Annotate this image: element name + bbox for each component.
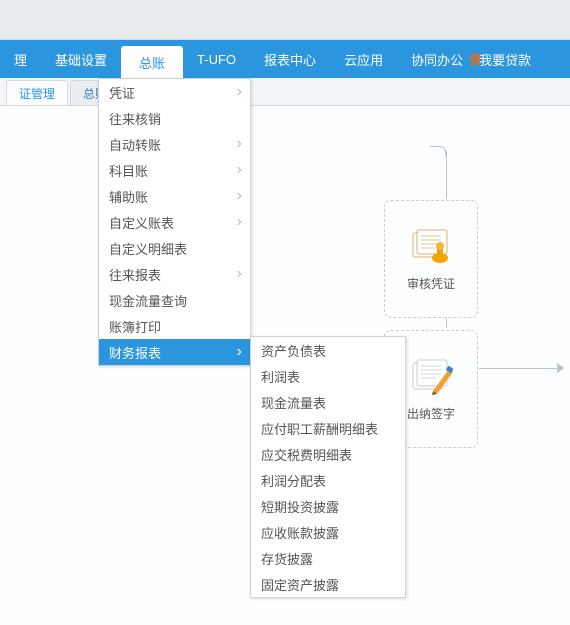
main-menubar: 理 基础设置 总账 T-UFO 报表中心 云应用 协同办公 贷 我要贷款 (0, 40, 570, 78)
dd-item-account-ledger[interactable]: 科目账 (99, 157, 250, 183)
dd-item-custom-detail[interactable]: 自定义明细表 (99, 235, 250, 261)
menu-item-loan[interactable]: 我要贷款 (477, 40, 545, 78)
sm-tax-detail[interactable]: 应交税费明细表 (251, 441, 405, 467)
flow-connector (446, 151, 447, 199)
flow-node-label: 出纳签字 (407, 405, 455, 422)
tab-voucher-manage[interactable]: 证管理 (6, 80, 68, 105)
sm-cashflow-statement[interactable]: 现金流量表 (251, 389, 405, 415)
dd-item-voucher[interactable]: 凭证 (99, 79, 250, 105)
top-strip (0, 0, 570, 40)
dd-item-book-print[interactable]: 账簿打印 (99, 313, 250, 339)
sm-short-investment[interactable]: 短期投资披露 (251, 493, 405, 519)
dd-item-auto-transfer[interactable]: 自动转账 (99, 131, 250, 157)
arrow-icon (557, 363, 564, 373)
sm-ar-disclosure[interactable]: 应收账款披露 (251, 519, 405, 545)
menu-item-report-center[interactable]: 报表中心 (250, 40, 330, 78)
menu-item-collab-office[interactable]: 协同办公 (397, 40, 477, 78)
dd-item-reconcile[interactable]: 往来核销 (99, 105, 250, 131)
ledger-dropdown: 凭证 往来核销 自动转账 科目账 辅助账 自定义账表 自定义明细表 往来报表 现… (98, 78, 251, 366)
sign-pencil-icon (409, 357, 453, 397)
stamp-icon (409, 227, 453, 267)
flow-node-label: 审核凭证 (407, 275, 455, 292)
flow-connector (430, 146, 446, 156)
sm-balance-sheet[interactable]: 资产负债表 (251, 337, 405, 363)
menu-item-basic-settings[interactable]: 基础设置 (41, 40, 121, 78)
dd-item-aux-ledger[interactable]: 辅助账 (99, 183, 250, 209)
menu-item-general-ledger[interactable]: 总账 (121, 46, 183, 78)
flow-connector (479, 368, 559, 369)
dd-item-cashflow-query[interactable]: 现金流量查询 (99, 287, 250, 313)
sm-profit-distribution[interactable]: 利润分配表 (251, 467, 405, 493)
menu-item-manage[interactable]: 理 (0, 40, 41, 78)
tab-bar: 证管理 总账 (0, 78, 570, 106)
financial-reports-submenu: 资产负债表 利润表 现金流量表 应付职工薪酬明细表 应交税费明细表 利润分配表 … (250, 336, 406, 598)
menu-item-tufo[interactable]: T-UFO (183, 40, 250, 78)
flow-node-audit-voucher[interactable]: 审核凭证 (384, 200, 478, 318)
flow-connector (446, 318, 447, 328)
sm-payroll-detail[interactable]: 应付职工薪酬明细表 (251, 415, 405, 441)
dd-item-ar-reports[interactable]: 往来报表 (99, 261, 250, 287)
sm-inventory-disclosure[interactable]: 存货披露 (251, 545, 405, 571)
sm-income-statement[interactable]: 利润表 (251, 363, 405, 389)
sm-fixed-asset-disclosure[interactable]: 固定资产披露 (251, 571, 405, 597)
dd-item-financial-reports[interactable]: 财务报表 (99, 339, 250, 365)
dd-item-custom-ledger[interactable]: 自定义账表 (99, 209, 250, 235)
menu-item-cloud-app[interactable]: 云应用 (330, 40, 397, 78)
